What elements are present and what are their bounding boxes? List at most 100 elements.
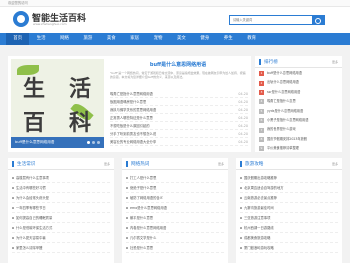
- rank-item[interactable]: 5 yyds是什么意思网络用语: [259, 107, 338, 116]
- list-item[interactable]: 三亚旅游注意事项: [240, 213, 338, 223]
- list-item[interactable]: 饭圈用语塌房是什么意思 04-20: [110, 98, 248, 106]
- search-box: [229, 15, 325, 25]
- panel-header: 旅游攻略 更多: [236, 158, 342, 170]
- list-item[interactable]: 什么是低碳环保生活方式: [12, 223, 110, 233]
- more-link[interactable]: 更多: [104, 162, 110, 166]
- list-item-title[interactable]: 分手了听到前男友也不想怎么说: [110, 130, 156, 137]
- search-icon[interactable]: [312, 16, 324, 24]
- list-item[interactable]: 国庆假期出游攻略推荐: [240, 173, 338, 183]
- rank-number: 1: [259, 71, 264, 77]
- rank-title[interactable]: 我的世界是什么游戏: [267, 125, 296, 134]
- panel-title: 排行榜: [259, 58, 278, 65]
- banner-slider[interactable]: 生 活 百 科 buff是什么意思网络用语: [11, 59, 104, 148]
- slider-dot[interactable]: [87, 141, 90, 144]
- nav-health[interactable]: 养生: [217, 33, 240, 45]
- slider-dot[interactable]: [92, 141, 95, 144]
- list-item[interactable]: 我执与佛学关系的意思网络用语 04-20: [110, 106, 248, 114]
- list-item[interactable]: 嘴角亡是指什么意思网络用语 04-20: [110, 90, 248, 98]
- list-item[interactable]: 高楼层有什么注意事项: [12, 173, 110, 183]
- nav-life[interactable]: 生活: [29, 33, 52, 45]
- rank-title[interactable]: yyds是什么意思网络用语: [267, 107, 303, 116]
- rank-item[interactable]: 3 ssr是什么意思网络用语: [259, 88, 338, 97]
- panel-title: 旅游攻略: [240, 160, 263, 167]
- nav-education[interactable]: 教育: [240, 33, 263, 45]
- rank-number: 3: [259, 89, 264, 95]
- banner-char: 科: [69, 110, 92, 136]
- nav-home-living[interactable]: 家居: [123, 33, 146, 45]
- list-item-date: 04-20: [238, 108, 248, 112]
- banner-char: 百: [23, 110, 46, 136]
- category-sections: 生活常识 更多 高楼层有什么注意事项 生活中有哪些好习惯 为什么会经常头疼头晕 一…: [8, 158, 342, 263]
- list-item[interactable]: 内卷是什么意思网络用语: [126, 223, 224, 233]
- list-item[interactable]: 北京周边适合自驾游的地方: [240, 183, 338, 193]
- list-item[interactable]: 一年四季有哪些节日: [12, 203, 110, 213]
- list-item[interactable]: 为什么会经常头疼头晕: [12, 193, 110, 203]
- rank-item[interactable]: 7 我的世界是什么游戏: [259, 125, 338, 134]
- panel-header: 排行榜 更多: [255, 56, 342, 68]
- nav-essays[interactable]: 美文: [170, 33, 193, 45]
- rank-title[interactable]: 国庆节假期安排2023年放假: [267, 135, 307, 144]
- list-item[interactable]: 打工人是什么意思: [126, 173, 224, 183]
- rank-title[interactable]: ssr是什么意思网络用语: [267, 88, 300, 97]
- rank-title[interactable]: 嘴角亡是指什么意思: [267, 97, 296, 106]
- rank-item[interactable]: 9 平价美食推荐清单整理: [259, 144, 338, 153]
- list-item[interactable]: 为什么夏天容易中暑: [12, 233, 110, 243]
- rank-item[interactable]: 8 国庆节假期安排2023年放假: [259, 135, 338, 144]
- list-item-title[interactable]: 我执与佛学关系的意思网络用语: [110, 106, 156, 113]
- list-item-title[interactable]: 美容业的专业网络用语大全分享: [110, 138, 156, 145]
- nav-pets[interactable]: 宠物: [146, 33, 169, 45]
- list-item[interactable]: 凡尔赛文学是什么: [126, 233, 224, 243]
- nav-food[interactable]: 美食: [100, 33, 123, 45]
- more-link[interactable]: 更多: [218, 162, 224, 166]
- rank-number: 4: [259, 99, 264, 105]
- list-item[interactable]: 正常男人哪些特征是什么意思 04-20: [110, 114, 248, 122]
- list-item[interactable]: 厦门鼓浪屿游玩攻略: [240, 243, 338, 253]
- list-item[interactable]: 躺平是什么意思: [126, 213, 224, 223]
- rank-title[interactable]: 出轨什么意思网络用语: [267, 78, 299, 87]
- list-item[interactable]: 如何提高自己的睡眠质量: [12, 213, 110, 223]
- list-item[interactable]: 社恐是什么意思: [126, 243, 224, 253]
- slider-dot[interactable]: [97, 141, 100, 144]
- more-link[interactable]: 更多: [332, 60, 338, 64]
- rank-item[interactable]: 1 buff是什么意思网络用语: [259, 69, 338, 78]
- list-item[interactable]: 不想吃饭是什么原因引起的 04-20: [110, 122, 248, 130]
- list-item-title[interactable]: 不想吃饭是什么原因引起的: [110, 122, 150, 129]
- rank-item[interactable]: 4 嘴角亡是指什么意思: [259, 97, 338, 106]
- nav-network[interactable]: 网络: [53, 33, 76, 45]
- header: 智能生活百科 www.zhshenghuo.com: [0, 7, 350, 33]
- list-item[interactable]: 杭州西湖一日游路线: [240, 223, 338, 233]
- rank-title[interactable]: 平价美食推荐清单整理: [267, 144, 299, 153]
- featured-article: buff是什么意思网络用语 "buff"是一个网络热词，常见于游戏和日常交流中，…: [110, 59, 246, 79]
- list-item-title[interactable]: 正常男人哪些特征是什么意思: [110, 114, 153, 121]
- top-bar: 欢迎您的访问: [0, 0, 350, 7]
- list-item[interactable]: 生活中有哪些好习惯: [12, 183, 110, 193]
- list-item[interactable]: 九寨沟旅游最佳时间: [240, 203, 338, 213]
- rank-title[interactable]: buff是什么意思网络用语: [267, 69, 302, 78]
- list-item[interactable]: 绝绝子是什么意思: [126, 183, 224, 193]
- list-item[interactable]: 云南旅游必去景点推荐: [240, 193, 338, 203]
- rank-item[interactable]: 2 出轨什么意思网络用语: [259, 78, 338, 87]
- featured-title[interactable]: buff是什么意思网络用语: [110, 61, 246, 68]
- slider-dots: [87, 141, 100, 144]
- banner-char: 生: [23, 76, 46, 102]
- logo-icon[interactable]: [13, 11, 29, 27]
- nav-travel[interactable]: 旅游: [76, 33, 99, 45]
- list-item-title[interactable]: 饭圈用语塌房是什么意思: [110, 98, 146, 105]
- more-link[interactable]: 更多: [332, 162, 338, 166]
- search-input[interactable]: [230, 16, 312, 24]
- rank-number: 6: [259, 118, 264, 124]
- nav-fitness[interactable]: 健身: [193, 33, 216, 45]
- rank-title[interactable]: 小黑子是指什么意思网络用语: [267, 116, 308, 125]
- list-item[interactable]: 美容业的专业网络用语大全分享 04-20: [110, 138, 248, 146]
- list-item[interactable]: 分手了听到前男友也不想怎么说 04-20: [110, 130, 248, 138]
- list-item-title[interactable]: 嘴角亡是指什么意思网络用语: [110, 90, 153, 97]
- rank-item[interactable]: 6 小黑子是指什么意思网络用语: [259, 116, 338, 125]
- ranking-panel: 排行榜 更多 1 buff是什么意思网络用语 2 出轨什么意思网络用语 3 ssr是什么…: [255, 56, 342, 152]
- rank-number: 7: [259, 127, 264, 133]
- list-item[interactable]: emo是什么意思网络用语: [126, 203, 224, 213]
- list-item[interactable]: 成都美食旅游攻略: [240, 233, 338, 243]
- nav-home[interactable]: 首页: [6, 33, 30, 45]
- list-item[interactable]: 破防了网络用语的含义: [126, 193, 224, 203]
- list-item[interactable]: 家里怎么清除甲醛: [12, 243, 110, 253]
- section-net-terms: 网络热词 更多 打工人是什么意思 绝绝子是什么意思 破防了网络用语的含义 emo是…: [122, 158, 228, 263]
